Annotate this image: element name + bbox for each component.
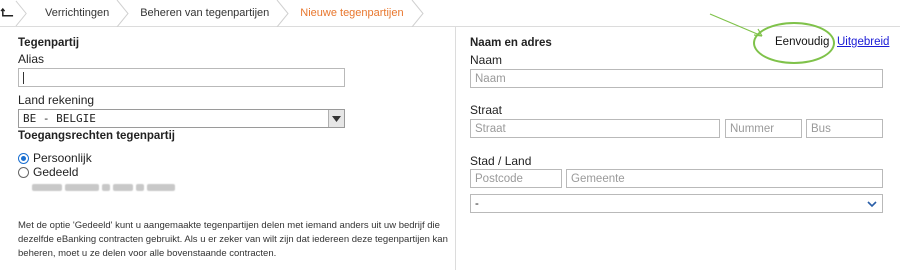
- municipality-placeholder: Gemeente: [571, 172, 625, 185]
- breadcrumb-item-verrichtingen[interactable]: Verrichtingen: [28, 0, 129, 27]
- chevron-down-icon: [862, 195, 882, 214]
- section-title-access: Toegangsrechten tegenpartij: [18, 130, 175, 142]
- municipality-input[interactable]: Gemeente: [566, 169, 883, 188]
- breadcrumb-separator-icon: [411, 0, 424, 27]
- breadcrumb-separator-icon: [15, 0, 27, 26]
- breadcrumb-item-beheren[interactable]: Beheren van tegenpartijen: [123, 0, 289, 27]
- box-input[interactable]: Bus: [806, 119, 883, 138]
- radio-checked-icon: [18, 152, 29, 164]
- name-input[interactable]: Naam: [470, 69, 883, 88]
- breadcrumb-label: Verrichtingen: [45, 7, 110, 19]
- street-input[interactable]: Straat: [470, 119, 720, 138]
- breadcrumb-label: Nieuwe tegenpartijen: [300, 7, 404, 19]
- chevron-down-icon: [328, 110, 344, 127]
- country-account-select[interactable]: BE - BELGIE: [18, 109, 345, 128]
- radio-personal-label: Persoonlijk: [33, 151, 92, 165]
- box-placeholder: Bus: [811, 122, 831, 135]
- name-address-panel: Naam en adres Eenvoudig Uitgebreid Naam …: [457, 27, 900, 270]
- mode-extended-link[interactable]: Uitgebreid: [837, 36, 889, 48]
- alias-input[interactable]: [18, 68, 345, 87]
- radio-personal[interactable]: Persoonlijk: [18, 151, 92, 165]
- street-label: Straat: [470, 103, 503, 117]
- alias-label: Alias: [18, 52, 45, 66]
- shared-note: Met de optie 'Gedeeld' kunt u aangemaakt…: [18, 220, 448, 259]
- street-placeholder: Straat: [475, 122, 506, 135]
- breadcrumb-label: Beheren van tegenpartijen: [140, 7, 270, 19]
- mode-simple-toggle[interactable]: Eenvoudig: [775, 36, 829, 48]
- breadcrumb-item-current: Nieuwe tegenpartijen: [283, 0, 424, 27]
- back-button[interactable]: [0, 0, 28, 27]
- name-label: Naam: [470, 53, 503, 67]
- section-title-naam-adres: Naam en adres: [470, 37, 552, 49]
- annotation-arrow-icon: [709, 13, 763, 37]
- name-placeholder: Naam: [475, 72, 506, 85]
- number-input[interactable]: Nummer: [725, 119, 802, 138]
- text-cursor: [23, 72, 24, 84]
- number-placeholder: Nummer: [730, 122, 775, 135]
- redacted-text: [32, 184, 175, 191]
- postcode-input[interactable]: Postcode: [470, 169, 562, 188]
- back-arrow-icon: [0, 7, 14, 17]
- counterparty-panel: Tegenpartij Alias Land rekening BE - BEL…: [0, 27, 456, 270]
- city-country-label: Stad / Land: [470, 154, 532, 168]
- radio-unchecked-icon: [18, 166, 29, 178]
- country-value: -: [475, 197, 479, 210]
- section-title-tegenpartij: Tegenpartij: [18, 37, 80, 49]
- radio-shared-label: Gedeeld: [33, 165, 79, 179]
- country-account-label: Land rekening: [18, 93, 95, 107]
- country-select[interactable]: -: [470, 194, 883, 213]
- radio-shared[interactable]: Gedeeld: [18, 165, 78, 179]
- country-account-value: BE - BELGIE: [23, 112, 96, 125]
- postcode-placeholder: Postcode: [475, 172, 523, 185]
